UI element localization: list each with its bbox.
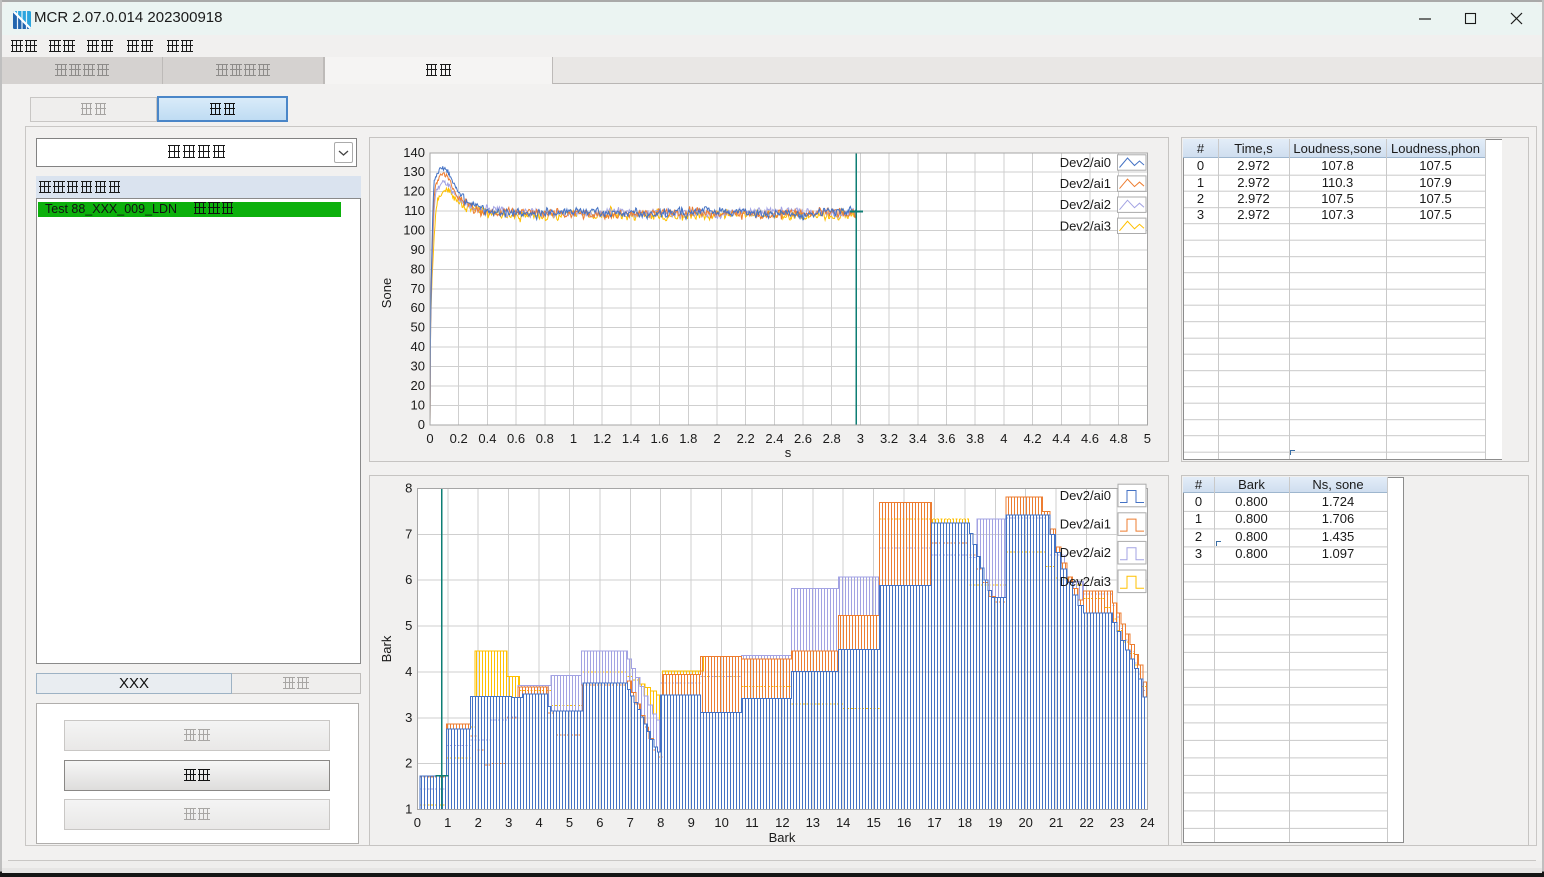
svg-text:4: 4 [405,664,412,679]
svg-text:15: 15 [866,815,880,830]
svg-text:2.6: 2.6 [794,431,812,446]
svg-text:12: 12 [775,815,789,830]
svg-text:1.2: 1.2 [593,431,611,446]
svg-text:20: 20 [1018,815,1032,830]
svg-text:Sone: Sone [379,278,394,308]
svg-text:24: 24 [1140,815,1154,830]
svg-text:2: 2 [713,431,720,446]
svg-text:4.6: 4.6 [1081,431,1099,446]
svg-text:2.8: 2.8 [823,431,841,446]
svg-text:4.2: 4.2 [1024,431,1042,446]
svg-text:0.2: 0.2 [450,431,468,446]
svg-text:4: 4 [1000,431,1007,446]
svg-text:9: 9 [688,815,695,830]
svg-text:40: 40 [411,339,425,354]
svg-text:21: 21 [1049,815,1063,830]
svg-text:2: 2 [405,756,412,771]
svg-text:7: 7 [627,815,634,830]
svg-text:Dev2/ai3: Dev2/ai3 [1060,218,1111,233]
svg-text:2.2: 2.2 [737,431,755,446]
svg-text:80: 80 [411,261,425,276]
svg-text:10: 10 [714,815,728,830]
svg-text:18: 18 [958,815,972,830]
svg-text:Dev2/ai0: Dev2/ai0 [1060,155,1111,170]
svg-text:16: 16 [897,815,911,830]
svg-text:0.4: 0.4 [478,431,496,446]
svg-text:0: 0 [426,431,433,446]
svg-text:Dev2/ai0: Dev2/ai0 [1060,488,1111,503]
svg-text:1: 1 [405,802,412,817]
svg-text:2: 2 [475,815,482,830]
svg-text:8: 8 [405,481,412,496]
svg-text:3: 3 [405,710,412,725]
svg-text:6: 6 [405,572,412,587]
svg-text:1.6: 1.6 [651,431,669,446]
svg-text:14: 14 [836,815,850,830]
svg-text:120: 120 [403,184,425,199]
svg-text:0: 0 [418,417,425,432]
svg-text:Dev2/ai2: Dev2/ai2 [1060,197,1111,212]
svg-text:5: 5 [1144,431,1151,446]
svg-text:4.8: 4.8 [1110,431,1128,446]
svg-text:23: 23 [1110,815,1124,830]
svg-text:0: 0 [414,815,421,830]
svg-text:20: 20 [411,378,425,393]
svg-text:22: 22 [1079,815,1093,830]
svg-text:3.6: 3.6 [937,431,955,446]
svg-text:0.6: 0.6 [507,431,525,446]
svg-text:4.4: 4.4 [1052,431,1070,446]
svg-text:0.8: 0.8 [536,431,554,446]
svg-text:1: 1 [444,815,451,830]
svg-text:s: s [785,445,792,460]
svg-text:3: 3 [857,431,864,446]
svg-text:5: 5 [405,618,412,633]
svg-text:3.4: 3.4 [909,431,927,446]
svg-text:50: 50 [411,320,425,335]
svg-text:Dev2/ai3: Dev2/ai3 [1060,574,1111,589]
svg-text:2.4: 2.4 [765,431,783,446]
svg-text:3: 3 [505,815,512,830]
svg-text:4: 4 [535,815,542,830]
svg-text:Bark: Bark [379,635,394,662]
svg-text:30: 30 [411,359,425,374]
svg-text:100: 100 [403,223,425,238]
svg-text:130: 130 [403,164,425,179]
svg-text:8: 8 [657,815,664,830]
svg-text:1.8: 1.8 [679,431,697,446]
svg-text:Bark: Bark [769,830,796,845]
svg-text:17: 17 [927,815,941,830]
svg-text:3.8: 3.8 [966,431,984,446]
svg-text:140: 140 [403,145,425,160]
svg-text:6: 6 [596,815,603,830]
svg-text:1.4: 1.4 [622,431,640,446]
svg-text:1: 1 [570,431,577,446]
svg-text:70: 70 [411,281,425,296]
svg-text:Dev2/ai1: Dev2/ai1 [1060,517,1111,532]
svg-text:19: 19 [988,815,1002,830]
svg-text:Dev2/ai1: Dev2/ai1 [1060,176,1111,191]
svg-text:11: 11 [745,815,759,830]
svg-text:Dev2/ai2: Dev2/ai2 [1060,545,1111,560]
svg-text:7: 7 [405,526,412,541]
svg-text:13: 13 [806,815,820,830]
svg-text:10: 10 [411,397,425,412]
svg-text:110: 110 [404,203,425,218]
svg-text:5: 5 [566,815,573,830]
svg-text:3.2: 3.2 [880,431,898,446]
svg-text:60: 60 [411,300,425,315]
svg-text:90: 90 [411,242,425,257]
